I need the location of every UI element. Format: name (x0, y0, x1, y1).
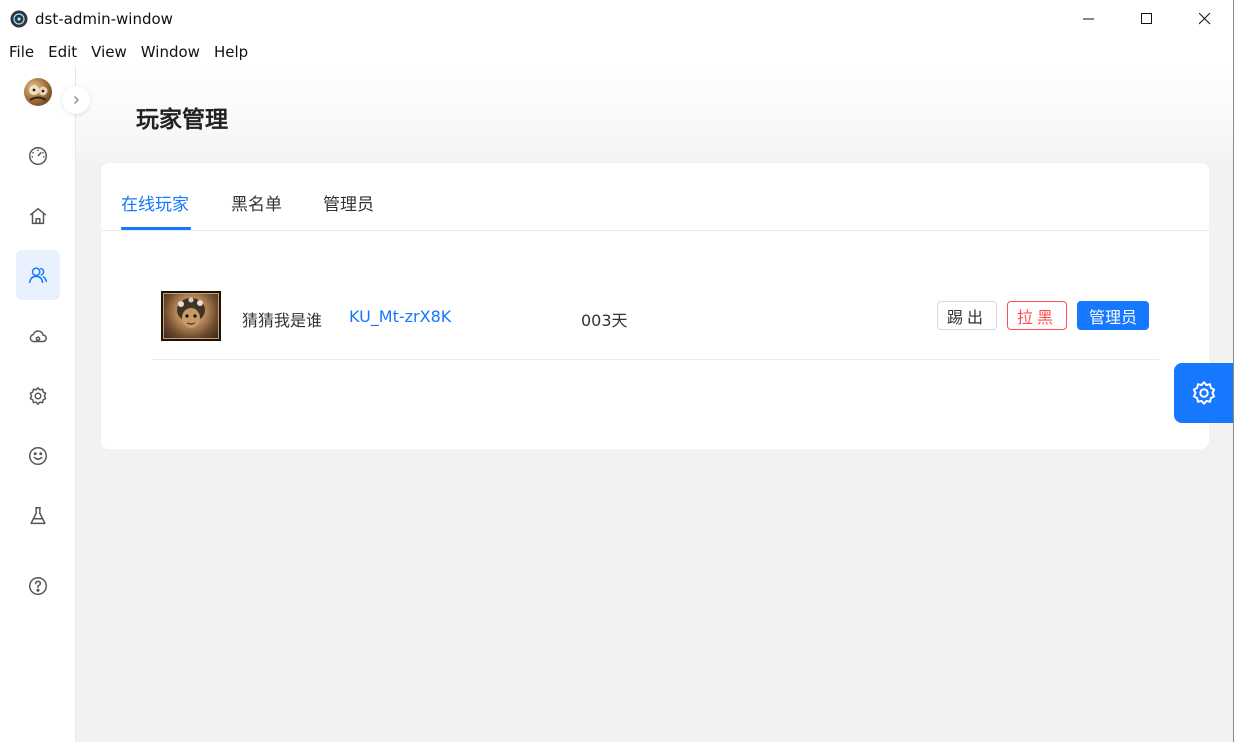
character-portrait-icon (177, 297, 205, 328)
menu-window[interactable]: Window (134, 43, 207, 61)
players-card: 在线玩家 黑名单 管理员 猜猜我是谁 KU_Mt-zrX8K 003天 踢出 拉… (101, 163, 1209, 449)
user-avatar[interactable] (24, 78, 52, 106)
sidebar-item-home[interactable] (16, 191, 60, 241)
window-title: dst-admin-window (35, 10, 173, 28)
player-id-link[interactable]: KU_Mt-zrX8K (349, 307, 451, 326)
smile-icon (29, 447, 47, 465)
menu-help[interactable]: Help (207, 43, 255, 61)
sidebar-item-help[interactable] (16, 561, 60, 611)
player-avatar (161, 291, 221, 341)
flask-icon (30, 507, 46, 525)
gear-icon (29, 387, 47, 405)
maximize-button[interactable] (1118, 0, 1176, 38)
menu-file[interactable]: File (0, 43, 41, 61)
player-name: 猜猜我是谁 (242, 311, 323, 330)
tab-blacklist[interactable]: 黑名单 (231, 190, 282, 215)
close-button[interactable] (1176, 0, 1234, 38)
maximize-icon (1141, 13, 1152, 24)
kick-button[interactable]: 踢出 (937, 301, 997, 330)
make-admin-button[interactable]: 管理员 (1077, 301, 1149, 330)
page-title: 玩家管理 (136, 107, 228, 133)
floating-settings-button[interactable] (1174, 363, 1234, 423)
menu-bar: File Edit View Window Help (0, 38, 1234, 66)
minimize-button[interactable] (1060, 0, 1118, 38)
cloud-icon (29, 330, 47, 343)
sidebar-item-smile[interactable] (16, 431, 60, 481)
tab-admins[interactable]: 管理员 (323, 190, 374, 215)
table-row: 猜猜我是谁 KU_Mt-zrX8K 003天 踢出 拉黑 管理员 (152, 279, 1159, 360)
blacklist-button[interactable]: 拉黑 (1007, 301, 1067, 330)
users-icon (29, 267, 47, 284)
player-days: 003天 (581, 311, 628, 330)
page-header: 玩家管理 (76, 66, 1233, 162)
app-logo-icon (10, 10, 28, 28)
tab-online-players[interactable]: 在线玩家 (121, 190, 189, 215)
sidebar-item-players[interactable] (16, 250, 60, 300)
sidebar (0, 66, 76, 742)
home-icon (29, 207, 47, 225)
title-bar: dst-admin-window (0, 0, 1234, 38)
sidebar-item-dashboard[interactable] (16, 131, 60, 181)
menu-edit[interactable]: Edit (41, 43, 84, 61)
sidebar-collapse-button[interactable] (62, 86, 90, 114)
dashboard-icon (29, 147, 47, 165)
chevron-right-icon (74, 96, 79, 104)
gear-icon (1192, 381, 1216, 405)
sidebar-item-settings[interactable] (16, 371, 60, 421)
avatar-art-icon (29, 85, 48, 101)
sidebar-item-cloud[interactable] (16, 311, 60, 361)
minimize-icon (1083, 18, 1094, 20)
close-icon (1199, 13, 1211, 25)
menu-view[interactable]: View (84, 43, 134, 61)
tab-active-indicator (121, 227, 191, 230)
sidebar-item-lab[interactable] (16, 491, 60, 541)
tab-bar: 在线玩家 黑名单 管理员 (101, 163, 1209, 231)
help-icon (29, 577, 47, 595)
